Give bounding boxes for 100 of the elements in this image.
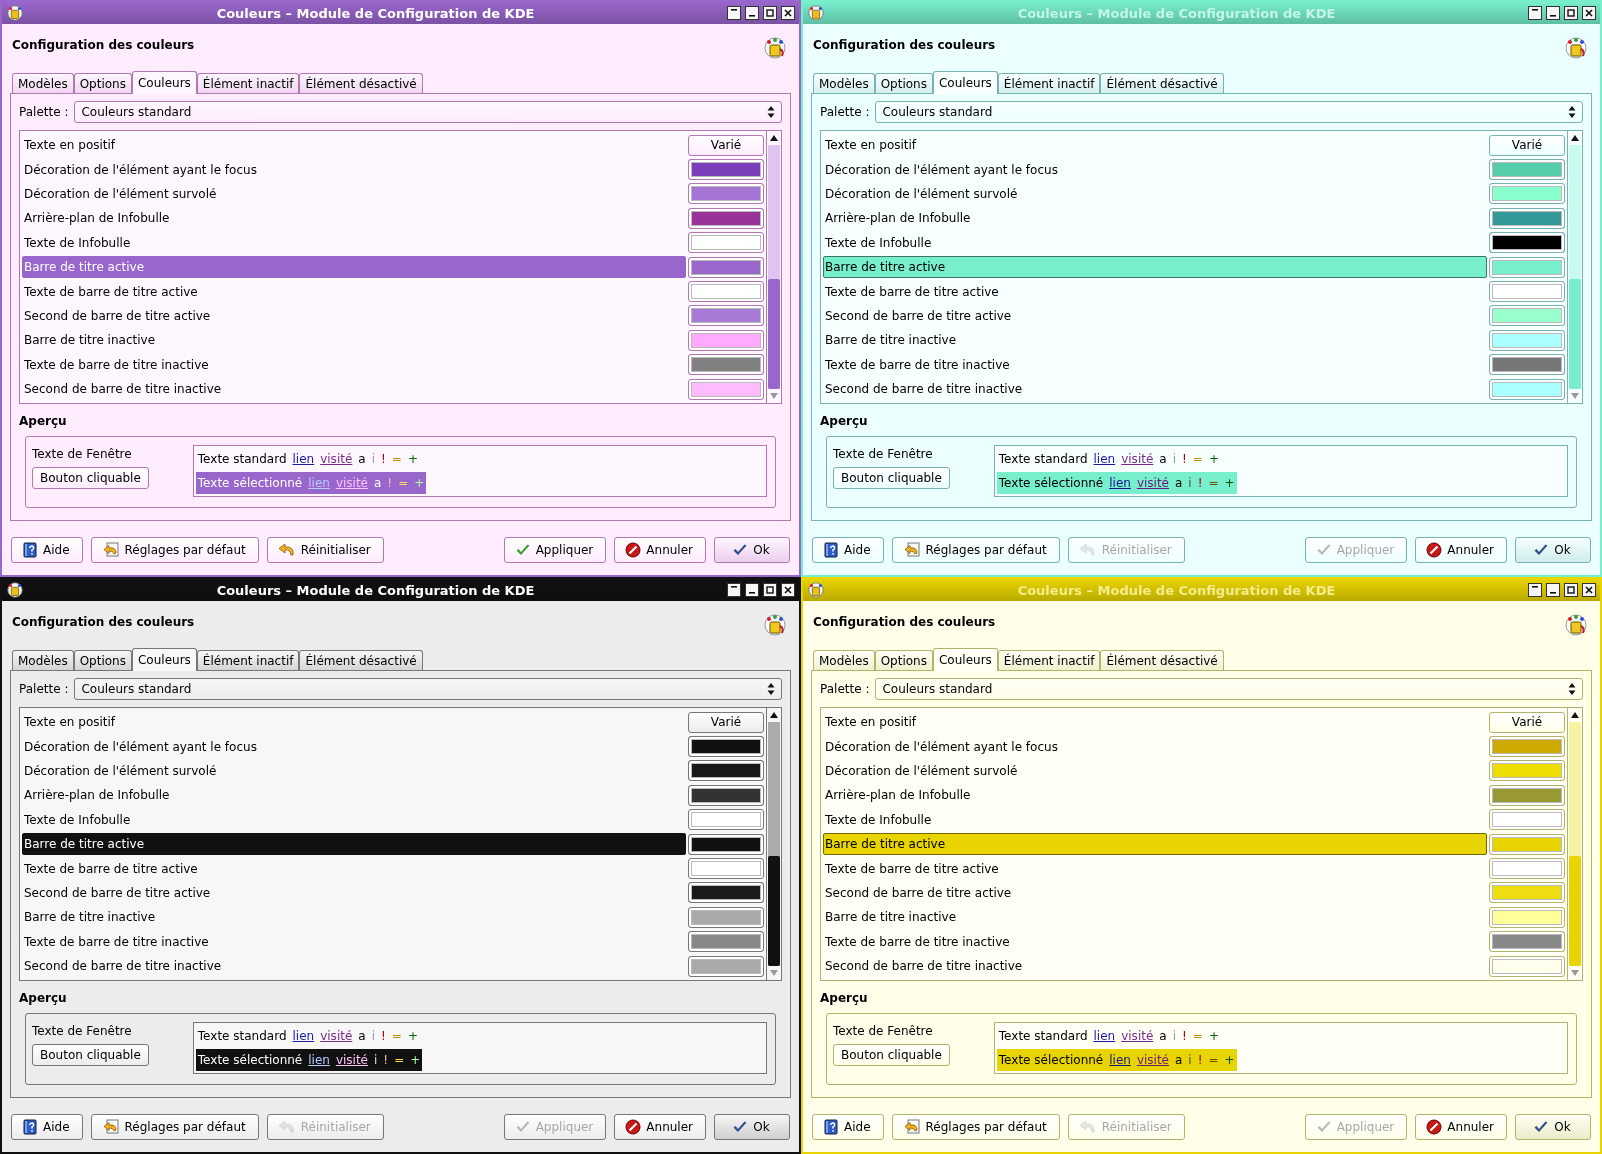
color-role-item[interactable]: Texte de barre de titre inactive: [823, 353, 1487, 376]
sample-button[interactable]: Bouton cliquable: [833, 467, 950, 489]
color-swatch-button[interactable]: [688, 931, 764, 953]
tab[interactable]: Élément désactivé: [299, 650, 423, 670]
color-role-item[interactable]: Barre de titre inactive: [823, 906, 1487, 929]
color-role-item[interactable]: Décoration de l'élément ayant le focus: [22, 735, 686, 758]
scrollbar[interactable]: [766, 708, 781, 980]
tab[interactable]: Élément inactif: [997, 73, 1101, 93]
color-swatch-button[interactable]: [688, 736, 764, 758]
defaults-button[interactable]: Réglages par défaut: [90, 1114, 259, 1140]
ok-button[interactable]: Ok: [714, 1114, 790, 1140]
color-role-item[interactable]: Second de barre de titre active: [22, 881, 686, 904]
color-role-item[interactable]: Barre de titre active: [22, 833, 686, 856]
scroll-up-arrow-icon[interactable]: [1570, 711, 1580, 719]
apply-button[interactable]: Appliquer: [503, 537, 607, 563]
varied-button[interactable]: Varié: [1489, 711, 1565, 733]
close-button[interactable]: [781, 583, 795, 597]
scroll-up-arrow-icon[interactable]: [1570, 134, 1580, 142]
color-swatch-button[interactable]: [688, 329, 764, 351]
help-button[interactable]: Aide: [812, 537, 884, 563]
visited-link[interactable]: visité: [320, 452, 353, 466]
color-role-item[interactable]: Décoration de l'élément survolé: [823, 759, 1487, 782]
palette-dropdown[interactable]: Couleurs standard: [74, 678, 782, 700]
defaults-button[interactable]: Réglages par défaut: [891, 1114, 1060, 1140]
color-swatch-button[interactable]: [688, 207, 764, 229]
visited-link[interactable]: visité: [320, 1029, 353, 1043]
color-role-item[interactable]: Texte de barre de titre active: [823, 280, 1487, 303]
color-swatch-button[interactable]: [1489, 736, 1565, 758]
color-swatch-button[interactable]: [1489, 809, 1565, 831]
color-swatch-button[interactable]: [1489, 329, 1565, 351]
color-role-item[interactable]: Second de barre de titre inactive: [22, 378, 686, 401]
color-swatch-button[interactable]: [1489, 931, 1565, 953]
scroll-down-arrow-icon[interactable]: [769, 969, 779, 977]
color-swatch-button[interactable]: [1489, 232, 1565, 254]
color-swatch-button[interactable]: [688, 232, 764, 254]
tab[interactable]: Options: [874, 650, 933, 670]
link[interactable]: lien: [292, 1029, 315, 1043]
color-role-item[interactable]: Texte de Infobulle: [823, 231, 1487, 254]
color-role-item[interactable]: Décoration de l'élément survolé: [22, 182, 686, 205]
tab[interactable]: Couleurs: [132, 71, 197, 94]
color-role-item[interactable]: Second de barre de titre inactive: [823, 955, 1487, 978]
color-swatch-button[interactable]: [1489, 256, 1565, 278]
color-role-item[interactable]: Arrière-plan de Infobulle: [22, 784, 686, 807]
defaults-button[interactable]: Réglages par défaut: [891, 537, 1060, 563]
tab[interactable]: Modèles: [12, 650, 74, 670]
color-swatch-button[interactable]: [688, 955, 764, 977]
link[interactable]: lien: [1109, 476, 1131, 490]
maximize-button[interactable]: [763, 583, 777, 597]
scrollbar[interactable]: [1567, 131, 1582, 403]
minimize-button[interactable]: [745, 583, 759, 597]
color-swatch-button[interactable]: [1489, 281, 1565, 303]
color-role-item[interactable]: Texte de barre de titre inactive: [823, 930, 1487, 953]
scrollbar[interactable]: [1567, 708, 1582, 980]
color-swatch-button[interactable]: [688, 760, 764, 782]
link[interactable]: lien: [308, 1053, 330, 1067]
color-role-item[interactable]: Décoration de l'élément survolé: [22, 759, 686, 782]
tab[interactable]: Élément désactivé: [299, 73, 423, 93]
color-role-item[interactable]: Texte de barre de titre active: [823, 857, 1487, 880]
color-role-item[interactable]: Décoration de l'élément survolé: [823, 182, 1487, 205]
color-role-item[interactable]: Texte en positif: [22, 134, 686, 157]
color-role-item[interactable]: Barre de titre active: [823, 256, 1487, 279]
color-swatch-button[interactable]: [688, 858, 764, 880]
color-swatch-button[interactable]: [1489, 955, 1565, 977]
reset-button[interactable]: Réinitialiser: [266, 537, 384, 563]
sample-button[interactable]: Bouton cliquable: [32, 467, 149, 489]
color-role-item[interactable]: Texte de barre de titre active: [22, 857, 686, 880]
color-swatch-button[interactable]: [1489, 906, 1565, 928]
color-role-item[interactable]: Texte en positif: [823, 711, 1487, 734]
color-swatch-button[interactable]: [1489, 207, 1565, 229]
tab[interactable]: Élément inactif: [196, 650, 300, 670]
palette-dropdown[interactable]: Couleurs standard: [875, 101, 1583, 123]
scroll-down-arrow-icon[interactable]: [1570, 392, 1580, 400]
color-role-item[interactable]: Décoration de l'élément ayant le focus: [823, 735, 1487, 758]
color-role-item[interactable]: Barre de titre inactive: [22, 906, 686, 929]
maximize-button[interactable]: [763, 6, 777, 20]
ok-button[interactable]: Ok: [714, 537, 790, 563]
color-swatch-button[interactable]: [1489, 159, 1565, 181]
palette-dropdown[interactable]: Couleurs standard: [875, 678, 1583, 700]
defaults-button[interactable]: Réglages par défaut: [90, 537, 259, 563]
tab[interactable]: Options: [874, 73, 933, 93]
color-role-item[interactable]: Second de barre de titre inactive: [823, 378, 1487, 401]
color-role-item[interactable]: Second de barre de titre active: [823, 881, 1487, 904]
sample-button[interactable]: Bouton cliquable: [833, 1044, 950, 1066]
visited-link[interactable]: visité: [1136, 1053, 1169, 1067]
tab[interactable]: Élément désactivé: [1100, 73, 1224, 93]
help-button[interactable]: Aide: [11, 1114, 83, 1140]
color-role-item[interactable]: Barre de titre inactive: [22, 329, 686, 352]
color-swatch-button[interactable]: [1489, 784, 1565, 806]
color-role-item[interactable]: Arrière-plan de Infobulle: [823, 207, 1487, 230]
tab[interactable]: Modèles: [12, 73, 74, 93]
help-button[interactable]: Aide: [812, 1114, 884, 1140]
color-swatch-button[interactable]: [688, 159, 764, 181]
tab[interactable]: Couleurs: [933, 71, 998, 94]
tab[interactable]: Options: [73, 73, 132, 93]
color-role-item[interactable]: Texte de barre de titre inactive: [22, 353, 686, 376]
scroll-up-arrow-icon[interactable]: [769, 134, 779, 142]
color-swatch-button[interactable]: [688, 256, 764, 278]
sample-button[interactable]: Bouton cliquable: [32, 1044, 149, 1066]
color-role-item[interactable]: Barre de titre inactive: [823, 329, 1487, 352]
tab[interactable]: Modèles: [813, 650, 875, 670]
